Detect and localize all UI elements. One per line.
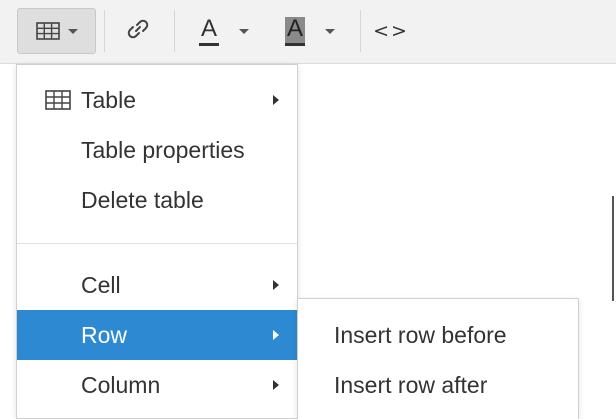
table-menu: Table Table properties Delete table Cell… [16,64,298,419]
menu-item-table-properties[interactable]: Table properties [17,125,297,175]
menu-item-row[interactable]: Row [17,310,297,360]
chevron-down-icon [67,28,78,34]
background-color-icon: A [285,16,305,46]
editor-toolbar: A A <> [0,0,616,64]
menu-item-label: Table properties [81,136,245,163]
menu-item-label: Delete table [81,186,204,213]
menu-divider [17,243,297,244]
menu-item-cell[interactable]: Cell [17,260,297,310]
menu-item-label: Insert row after [334,371,488,398]
menu-item-label: Cell [81,271,121,298]
toolbar-separator [360,10,361,52]
chevron-right-icon [273,280,279,290]
menu-item-insert-row-before[interactable]: Insert row before [298,310,578,360]
menu-item-insert-row-after[interactable]: Insert row after [298,360,578,410]
chevron-down-icon [239,28,249,34]
chevron-down-icon [325,28,335,34]
menu-item-label: Table [81,86,136,113]
link-icon [125,16,151,47]
toolbar-separator [104,10,105,52]
menu-item-label: Column [81,371,161,398]
editor-edge-mark [612,196,614,301]
table-icon [45,89,71,116]
menu-item-delete-table[interactable]: Delete table [17,175,297,225]
row-submenu: Insert row before Insert row after [297,298,579,419]
table-dropdown-button[interactable] [17,8,96,54]
chevron-right-icon [273,95,279,105]
menu-item-table[interactable]: Table [17,75,297,125]
background-color-button[interactable]: A [272,8,348,54]
text-color-icon: A [199,16,219,46]
menu-item-label: Row [81,321,128,348]
link-button[interactable] [114,8,162,54]
source-code-button[interactable]: <> [368,8,414,54]
table-icon [35,22,62,40]
text-color-button[interactable]: A [186,8,262,54]
chevron-right-icon [273,330,279,340]
toolbar-separator [174,10,175,52]
code-icon: <> [373,20,409,42]
menu-item-label: Insert row before [334,321,507,348]
chevron-right-icon [273,380,279,390]
menu-item-column[interactable]: Column [17,360,297,410]
